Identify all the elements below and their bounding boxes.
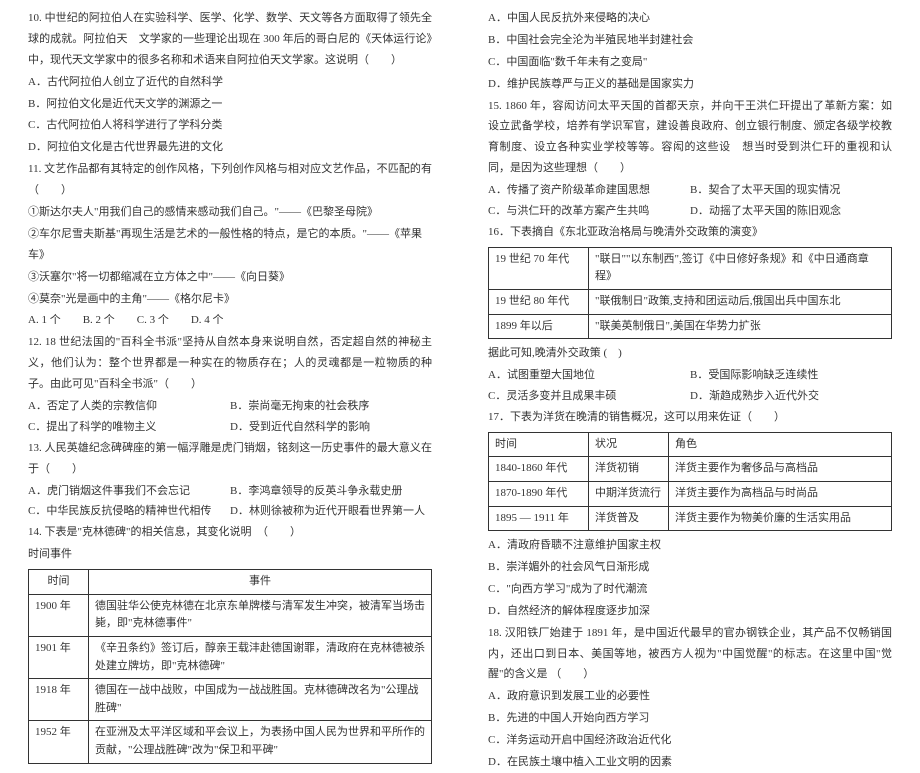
q12-choice-d: D．受到近代自然科学的影响: [230, 417, 432, 438]
q14-r4-event: 在亚洲及太平洋区域和平会议上，为表扬中国人民为世界和平所作的贡献，"公理战胜碑"…: [89, 721, 432, 763]
q14-choice-d: D．维护民族尊严与正义的基础是国家实力: [488, 74, 892, 95]
q11-stem: 11. 文艺作品都有其特定的创作风格，下列创作风格与相对应文艺作品，不匹配的有（…: [28, 159, 432, 201]
q17-choice-b: B．崇洋媚外的社会风气日渐形成: [488, 557, 892, 578]
q15-choice-c: C．与洪仁玕的改革方案产生共鸣: [488, 201, 690, 222]
q14-r4-time: 1952 年: [29, 721, 89, 763]
table-row: 19 世纪 70 年代 "联日""以东制西",签订《中日修好条规》和《中日通商章…: [489, 247, 892, 289]
q14-r1-time: 1900 年: [29, 594, 89, 636]
q13-choice-a: A．虎门销烟这件事我们不会忘记: [28, 481, 230, 502]
q17-r2-c1: 1870-1890 年代: [489, 481, 589, 506]
q14-r1-event: 德国驻华公使克林德在北京东单牌楼与清军发生冲突，被清军当场击毙，即"克林德事件": [89, 594, 432, 636]
q17-table: 时间 状况 角色 1840-1860 年代 洋货初销 洋货主要作为奢侈品与高档品…: [488, 432, 892, 531]
q14-r2-event: 《辛丑条约》签订后，醇亲王载沣赴德国谢罪，清政府在克林德被杀处建立牌坊，即"克林…: [89, 636, 432, 678]
q17-r1-c2: 洋货初销: [589, 457, 669, 482]
q18-choice-a: A．政府意识到发展工业的必要性: [488, 686, 892, 707]
q16-table: 19 世纪 70 年代 "联日""以东制西",签订《中日修好条规》和《中日通商章…: [488, 247, 892, 339]
table-row: 1952 年 在亚洲及太平洋区域和平会议上，为表扬中国人民为世界和平所作的贡献，…: [29, 721, 432, 763]
q11-choices: A. 1 个 B. 2 个 C. 3 个 D. 4 个: [28, 310, 432, 331]
q12-choice-a: A．否定了人类的宗教信仰: [28, 396, 230, 417]
q17-th-time: 时间: [489, 432, 589, 457]
q15-choice-b: B．契合了太平天国的现实情况: [690, 180, 892, 201]
q15-choice-d: D．动摇了太平天国的陈旧观念: [690, 201, 892, 222]
q16-r2-time: 19 世纪 80 年代: [489, 289, 589, 314]
q16-r3-time: 1899 年以后: [489, 314, 589, 339]
q12-choice-c: C．提出了科学的唯物主义: [28, 417, 230, 438]
q10-choice-d: D．阿拉伯文化是古代世界最先进的文化: [28, 137, 432, 158]
q14-r3-time: 1918 年: [29, 679, 89, 721]
q11-item-3: ③沃塞尔"将一切都缩减在立方体之中"——《向日葵》: [28, 267, 432, 288]
q16-choice-a: A．试图重塑大国地位: [488, 365, 690, 386]
q16-choice-d: D．渐趋成熟步入近代外交: [690, 386, 892, 407]
q18-stem: 18. 汉阳铁厂始建于 1891 年，是中国近代最早的官办钢铁企业，其产品不仅畅…: [488, 623, 892, 686]
table-row: 1870-1890 年代 中期洋货流行 洋货主要作为高档品与时尚品: [489, 481, 892, 506]
q14-choice-b: B．中国社会完全沦为半殖民地半封建社会: [488, 30, 892, 51]
q16-r3-content: "联美英制俄日",美国在华势力扩张: [589, 314, 892, 339]
q17-r2-c2: 中期洋货流行: [589, 481, 669, 506]
q11-item-1: ①斯达尔夫人"用我们自己的感情来感动我们自己。"——《巴黎圣母院》: [28, 202, 432, 223]
q17-r3-c3: 洋货主要作为物美价廉的生活实用品: [669, 506, 892, 531]
q14-r3-event: 德国在一战中战败，中国成为一战战胜国。克林德碑改名为"公理战胜碑": [89, 679, 432, 721]
q13-choice-b: B．李鸿章领导的反英斗争永载史册: [230, 481, 432, 502]
q17-choice-d: D．自然经济的解体程度逐步加深: [488, 601, 892, 622]
q12-choice-b: B．崇尚毫无拘束的社会秩序: [230, 396, 432, 417]
q18-choice-b: B．先进的中国人开始向西方学习: [488, 708, 892, 729]
table-row: 1918 年 德国在一战中战败，中国成为一战战胜国。克林德碑改名为"公理战胜碑": [29, 679, 432, 721]
q17-th-status: 状况: [589, 432, 669, 457]
q17-r1-c3: 洋货主要作为奢侈品与高档品: [669, 457, 892, 482]
q16-r1-content: "联日""以东制西",签订《中日修好条规》和《中日通商章程》: [589, 247, 892, 289]
q12-stem: 12. 18 世纪法国的"百科全书派"坚持从自然本身来说明自然，否定超自然的神秘…: [28, 332, 432, 395]
q14-pre: 时间事件: [28, 544, 432, 565]
q13-choice-c: C．中华民族反抗侵略的精神世代相传: [28, 501, 230, 522]
table-row: 1895 — 1911 年 洋货普及 洋货主要作为物美价廉的生活实用品: [489, 506, 892, 531]
q14-th-event: 事件: [89, 570, 432, 595]
q14-stem: 14. 下表是"克林德碑"的相关信息，其变化说明 （ ）: [28, 522, 432, 543]
q18-choice-c: C．洋务运动开启中国经济政治近代化: [488, 730, 892, 751]
q14-choice-a: A．中国人民反抗外来侵略的决心: [488, 8, 892, 29]
q16-r1-time: 19 世纪 70 年代: [489, 247, 589, 289]
q17-r3-c2: 洋货普及: [589, 506, 669, 531]
q16-choice-c: C．灵活多变并且成果丰硕: [488, 386, 690, 407]
q10-choice-a: A．古代阿拉伯人创立了近代的自然科学: [28, 72, 432, 93]
table-row: 19 世纪 80 年代 "联俄制日"政策,支持和团运动后,俄国出兵中国东北: [489, 289, 892, 314]
q17-stem: 17．下表为洋货在晚清的销售概况，这可以用来佐证（ ）: [488, 407, 892, 428]
q18-choice-d: D．在民族土壤中植入工业文明的因素: [488, 752, 892, 773]
q16-post: 据此可知,晚清外交政策 ( ): [488, 343, 892, 364]
q10-stem: 10. 中世纪的阿拉伯人在实验科学、医学、化学、数学、天文等各方面取得了领先全球…: [28, 8, 432, 71]
q15-choice-a: A．传播了资产阶级革命建国思想: [488, 180, 690, 201]
q14-th-time: 时间: [29, 570, 89, 595]
q16-r2-content: "联俄制日"政策,支持和团运动后,俄国出兵中国东北: [589, 289, 892, 314]
right-column: A．中国人民反抗外来侵略的决心 B．中国社会完全沦为半殖民地半封建社会 C．中国…: [460, 8, 920, 629]
q17-th-role: 角色: [669, 432, 892, 457]
q15-stem: 15. 1860 年，容闳访问太平天国的首都天京，并向干王洪仁玕提出了革新方案：…: [488, 96, 892, 180]
q11-item-2: ②车尔尼雪夫斯基"再现生活是艺术的一般性格的特点，是它的本质。"——《苹果车》: [28, 224, 432, 266]
q17-choice-c: C．"向西方学习"成为了时代潮流: [488, 579, 892, 600]
q13-stem: 13. 人民英雄纪念碑碑座的第一幅浮雕是虎门销烟，铭刻这一历史事件的最大意义在于…: [28, 438, 432, 480]
table-row: 1901 年 《辛丑条约》签订后，醇亲王载沣赴德国谢罪，清政府在克林德被杀处建立…: [29, 636, 432, 678]
q14-r2-time: 1901 年: [29, 636, 89, 678]
left-column: 10. 中世纪的阿拉伯人在实验科学、医学、化学、数学、天文等各方面取得了领先全球…: [0, 8, 460, 629]
q10-choice-b: B．阿拉伯文化是近代天文学的渊源之一: [28, 94, 432, 115]
q17-r3-c1: 1895 — 1911 年: [489, 506, 589, 531]
q16-stem: 16．下表摘自《东北亚政治格局与晚清外交政策的演变》: [488, 222, 892, 243]
q17-choice-a: A．清政府昏聩不注意维护国家主权: [488, 535, 892, 556]
q17-r2-c3: 洋货主要作为高档品与时尚品: [669, 481, 892, 506]
table-row: 1900 年 德国驻华公使克林德在北京东单牌楼与清军发生冲突，被清军当场击毙，即…: [29, 594, 432, 636]
table-row: 1899 年以后 "联美英制俄日",美国在华势力扩张: [489, 314, 892, 339]
q17-r1-c1: 1840-1860 年代: [489, 457, 589, 482]
q13-choice-d: D．林则徐被称为近代开眼看世界第一人: [230, 501, 432, 522]
table-row: 1840-1860 年代 洋货初销 洋货主要作为奢侈品与高档品: [489, 457, 892, 482]
q14-table: 时间 事件 1900 年 德国驻华公使克林德在北京东单牌楼与清军发生冲突，被清军…: [28, 569, 432, 763]
q11-item-4: ④莫奈"光是画中的主角"——《格尔尼卡》: [28, 289, 432, 310]
q14-choice-c: C．中国面临"数千年未有之变局": [488, 52, 892, 73]
q16-choice-b: B．受国际影响缺乏连续性: [690, 365, 892, 386]
q10-choice-c: C．古代阿拉伯人将科学进行了学科分类: [28, 115, 432, 136]
